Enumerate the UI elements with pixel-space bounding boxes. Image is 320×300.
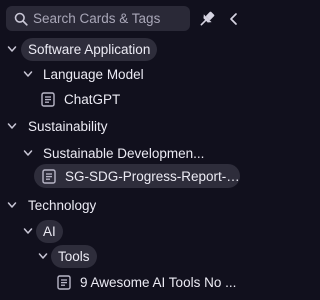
pin-icon[interactable] (197, 9, 217, 29)
chevron-left-icon[interactable] (225, 10, 243, 28)
tag-ai[interactable]: AI (36, 219, 63, 243)
chevron-down-icon[interactable] (6, 199, 18, 211)
tag-label: Technology (28, 197, 97, 213)
tag-label: Tools (51, 244, 97, 268)
tag-language-model[interactable]: Language Model (43, 62, 144, 86)
chevron-down-icon[interactable] (22, 147, 34, 159)
search-box[interactable] (6, 6, 190, 31)
document-icon (41, 91, 55, 107)
tag-tools[interactable]: Tools (51, 244, 97, 268)
document-icon (57, 274, 71, 290)
card-label: ChatGPT (64, 91, 121, 107)
tag-technology[interactable]: Technology (28, 193, 96, 217)
tag-sustainability[interactable]: Sustainability (28, 114, 108, 138)
card-label: 9 Awesome AI Tools No ... (80, 274, 237, 290)
tag-label: Language Model (43, 66, 144, 82)
search-icon (14, 12, 28, 26)
top-bar (0, 0, 249, 38)
card-sg-sdg-progress-report[interactable]: SG-SDG-Progress-Report-2... (34, 164, 240, 188)
chevron-down-icon[interactable] (22, 68, 34, 80)
tag-label: AI (36, 219, 63, 243)
chevron-down-icon[interactable] (37, 250, 49, 262)
card-9-awesome-ai-tools[interactable]: 9 Awesome AI Tools No ... (57, 270, 236, 294)
card-label: SG-SDG-Progress-Report-2... (65, 168, 240, 184)
chevron-down-icon[interactable] (6, 120, 18, 132)
document-icon (42, 168, 56, 184)
tag-label: Software Application (21, 37, 158, 61)
search-input[interactable] (33, 11, 183, 26)
chevron-down-icon[interactable] (6, 43, 18, 55)
card-chatgpt[interactable]: ChatGPT (41, 87, 120, 111)
tag-label: Sustainability (28, 118, 108, 134)
tag-sustainable-development[interactable]: Sustainable Developmen... (43, 141, 204, 165)
tag-label: Sustainable Developmen... (43, 145, 205, 161)
tag-software-application[interactable]: Software Application (21, 37, 158, 61)
chevron-down-icon[interactable] (22, 225, 34, 237)
